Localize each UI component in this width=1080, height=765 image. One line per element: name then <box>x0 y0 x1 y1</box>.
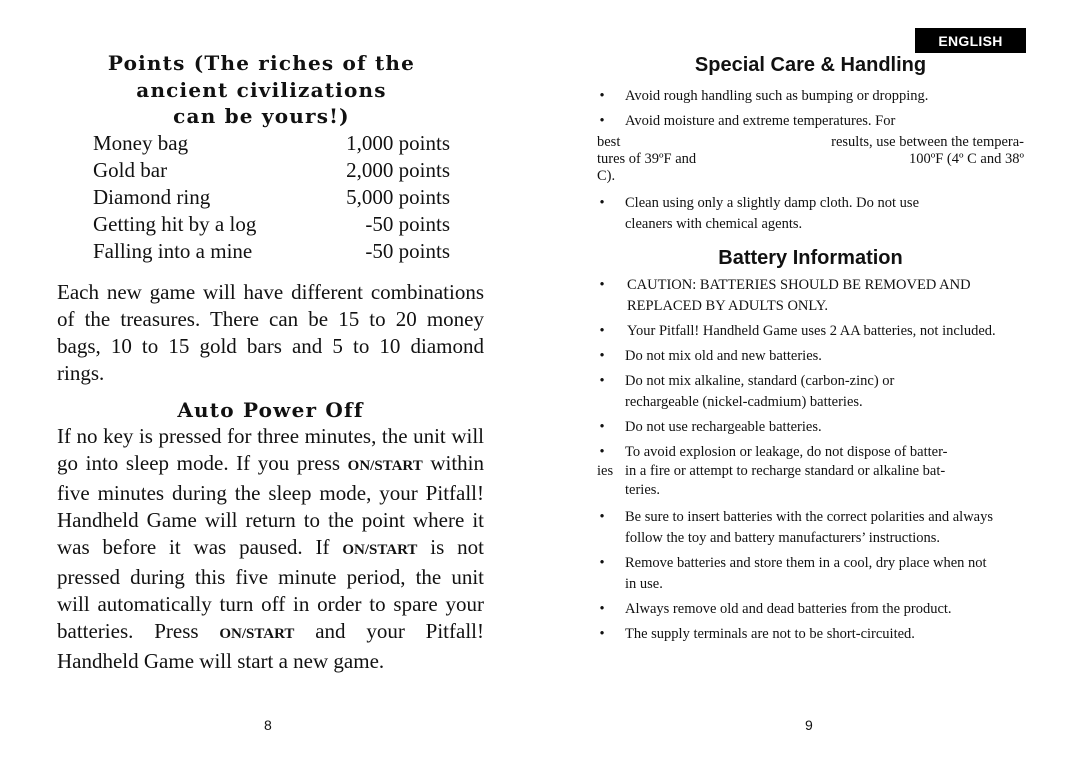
page-number-right: 9 <box>805 717 813 733</box>
bullet-icon: • <box>599 373 605 389</box>
battery-item-text: Be sure to insert batteries with the cor… <box>625 509 994 546</box>
battery-list: • CAUTION: BATTERIES SHOULD BE REMOVED A… <box>597 275 1024 645</box>
bullet-icon: • <box>599 113 605 129</box>
on-start-key-label: ON/START <box>347 457 423 474</box>
points-item: Diamond ring <box>93 184 211 209</box>
battery-item: • Always remove old and dead batteries f… <box>597 599 1024 620</box>
bullet-icon: • <box>599 509 605 525</box>
language-badge: ENGLISH <box>915 28 1026 53</box>
auto-power-off-heading: Auto Power Off <box>177 397 364 422</box>
points-table: Money bag 1,000 points Gold bar 2,000 po… <box>93 130 450 265</box>
care-item: • Avoid moisture and extreme temperature… <box>597 111 1024 132</box>
battery-item: • Be sure to insert batteries with the c… <box>597 507 1024 549</box>
battery-item: • Your Pitfall! Handheld Game uses 2 AA … <box>597 321 1024 342</box>
care-item-text: Clean using only a slightly damp cloth. … <box>625 195 920 232</box>
bullet-icon: • <box>599 601 605 617</box>
battery-item-text: Do not mix old and new batteries. <box>625 348 822 364</box>
battery-item-line: ies in a fire or attempt to recharge sta… <box>597 461 1024 482</box>
battery-item-text: Remove batteries and store them in a coo… <box>625 555 987 592</box>
bullet-icon: • <box>599 555 605 571</box>
care-temp-right: 100ºF (4º C and 38º <box>909 151 1024 167</box>
points-value: -50 points <box>365 211 450 236</box>
care-temp-left: C). <box>597 168 616 184</box>
battery-item-line: • To avoid explosion or leakage, do not … <box>597 442 1024 463</box>
auto-power-off-paragraph: If no key is pressed for three minutes, … <box>57 423 484 675</box>
care-item-text: Avoid rough handling such as bumping or … <box>625 88 929 104</box>
battery-item-text: teries. <box>625 482 661 498</box>
battery-item-text: Your Pitfall! Handheld Game uses 2 AA ba… <box>627 323 996 339</box>
points-row: Falling into a mine -50 points <box>93 238 450 265</box>
care-temperature-text: best results, use between the tempera- t… <box>597 132 1024 187</box>
points-value: -50 points <box>365 238 450 263</box>
battery-item: • CAUTION: BATTERIES SHOULD BE REMOVED A… <box>597 275 1024 317</box>
bullet-icon: • <box>599 323 605 339</box>
bullet-icon: • <box>599 348 605 364</box>
battery-item: • Do not mix old and new batteries. <box>597 346 1024 367</box>
points-value: 1,000 points <box>346 130 450 155</box>
bullet-icon: • <box>599 444 605 460</box>
battery-item-line: teries. <box>597 480 1024 501</box>
battery-item-text: CAUTION: BATTERIES SHOULD BE REMOVED AND… <box>627 277 971 314</box>
battery-item-text: in a fire or attempt to recharge standar… <box>625 463 946 479</box>
battery-item-text: Do not mix alkaline, standard (carbon-zi… <box>625 373 895 410</box>
points-item: Gold bar <box>93 157 168 182</box>
care-item: • Avoid rough handling such as bumping o… <box>597 86 1024 107</box>
points-row: Diamond ring 5,000 points <box>93 184 450 211</box>
battery-item: • Remove batteries and store them in a c… <box>597 553 1024 595</box>
points-heading-line: Points (The riches of the <box>107 51 416 75</box>
points-value: 2,000 points <box>346 157 450 182</box>
points-item: Getting hit by a log <box>93 211 257 236</box>
battery-item: • Do not mix alkaline, standard (carbon-… <box>597 371 1024 413</box>
bullet-icon: • <box>599 277 605 293</box>
battery-item: • To avoid explosion or leakage, do not … <box>597 442 1024 501</box>
care-item-text: Avoid moisture and extreme temperatures.… <box>625 113 896 129</box>
combinations-paragraph: Each new game will have different combin… <box>57 279 484 385</box>
points-heading-line: ancient civilizations <box>136 77 387 102</box>
points-heading: Points (The riches of the ancient civili… <box>57 50 484 130</box>
on-start-key-label: ON/START <box>219 625 295 642</box>
bullet-icon: • <box>599 419 605 435</box>
battery-item-text: Do not use rechargeable batteries. <box>625 419 822 435</box>
bullet-icon: • <box>599 88 605 104</box>
left-page: Points (The riches of the ancient civili… <box>57 50 484 675</box>
care-list: • Avoid rough handling such as bumping o… <box>597 86 1024 132</box>
points-row: Getting hit by a log -50 points <box>93 211 450 238</box>
points-row: Gold bar 2,000 points <box>93 157 450 184</box>
bullet-icon: • <box>599 195 605 211</box>
battery-item-text: To avoid explosion or leakage, do not di… <box>625 444 948 460</box>
battery-item: • The supply terminals are not to be sho… <box>597 624 1024 645</box>
battery-item-text: The supply terminals are not to be short… <box>625 626 915 642</box>
points-row: Money bag 1,000 points <box>93 130 450 157</box>
battery-item-text: ies <box>597 463 614 479</box>
on-start-key-label: ON/START <box>342 541 418 558</box>
battery-item: • Do not use rechargeable batteries. <box>597 417 1024 438</box>
page-number-left: 8 <box>264 717 272 733</box>
bullet-icon: • <box>599 626 605 642</box>
battery-item-text: Always remove old and dead batteries fro… <box>625 601 952 617</box>
care-list: • Clean using only a slightly damp cloth… <box>597 193 1024 235</box>
battery-information-heading: Battery Information <box>718 247 903 269</box>
right-page: Special Care & Handling • Avoid rough ha… <box>597 52 1024 645</box>
points-heading-line: can be yours!) <box>173 104 350 128</box>
special-care-heading: Special Care & Handling <box>694 54 927 76</box>
points-value: 5,000 points <box>346 184 450 209</box>
care-item: • Clean using only a slightly damp cloth… <box>597 193 1024 235</box>
points-item: Falling into a mine <box>93 238 253 263</box>
points-item: Money bag <box>93 130 189 155</box>
